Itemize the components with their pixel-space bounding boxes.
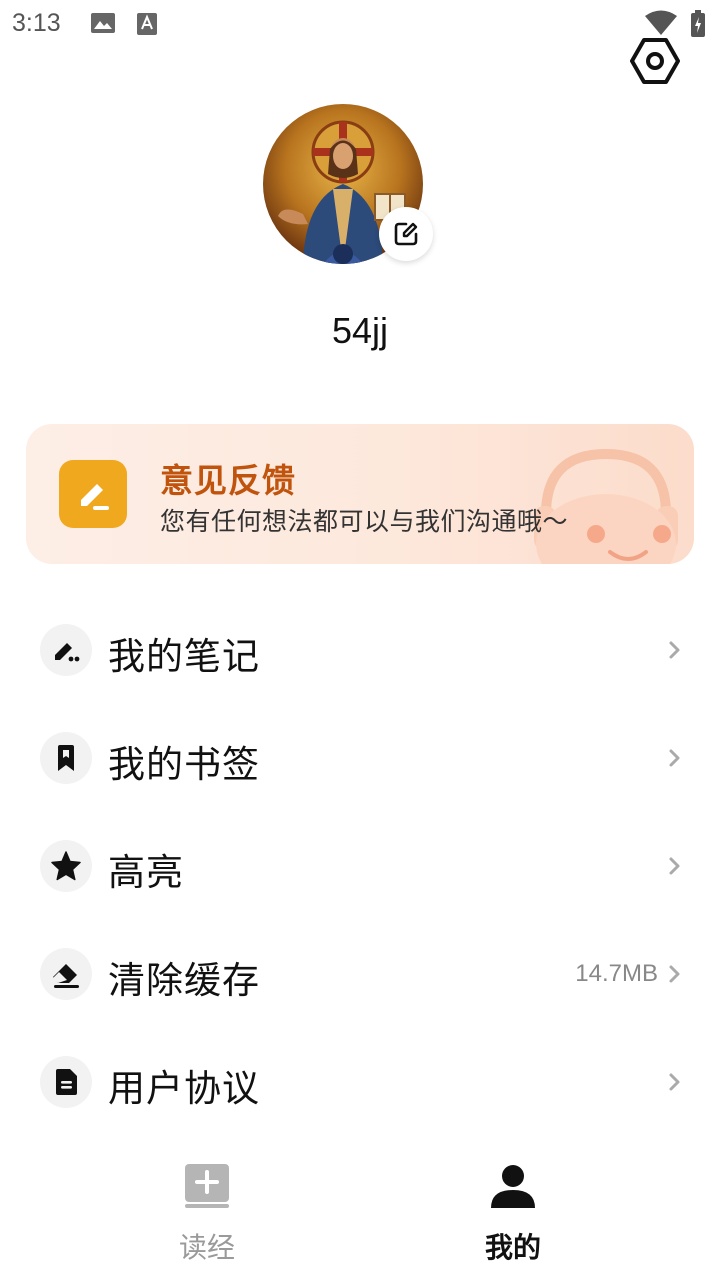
cache-size: 14.7MB <box>575 960 658 987</box>
document-icon <box>56 1069 77 1095</box>
image-icon <box>91 13 115 33</box>
status-time: 3:13 <box>12 9 61 37</box>
menu-item-user-agreement[interactable]: 用户协议 <box>0 1028 720 1136</box>
star-icon <box>51 851 81 881</box>
feedback-card[interactable]: 意见反馈 您有任何想法都可以与我们沟通哦～ <box>26 424 694 564</box>
menu-label: 用户协议 <box>108 1067 260 1110</box>
edit-avatar-button[interactable] <box>379 207 433 261</box>
menu-icon-bg <box>40 624 92 676</box>
menu-label: 清除缓存 <box>108 959 260 1002</box>
menu-icon-bg <box>40 840 92 892</box>
feedback-title: 意见反馈 <box>160 461 296 500</box>
menu-label: 高亮 <box>108 851 184 894</box>
menu-item-bookmarks[interactable]: 我的书签 <box>0 704 720 812</box>
battery-charging-icon <box>691 10 705 37</box>
menu-item-highlights[interactable]: 高亮 <box>0 812 720 920</box>
eraser-icon <box>53 964 79 988</box>
chevron-right-icon <box>669 857 680 875</box>
menu-icon-bg <box>40 732 92 784</box>
chevron-right-icon <box>669 641 680 659</box>
wifi-icon <box>645 10 677 35</box>
text-a-icon <box>137 13 157 35</box>
status-bar: 3:13 <box>0 0 720 50</box>
pen-icon <box>81 484 109 510</box>
tab-read-label: 读经 <box>178 1231 235 1264</box>
note-pen-icon <box>55 643 80 662</box>
book-plus-icon <box>185 1164 229 1208</box>
tab-mine[interactable]: 我的 <box>413 1150 613 1280</box>
tab-read[interactable]: 读经 <box>107 1150 307 1280</box>
menu-label: 我的书签 <box>108 743 260 786</box>
menu-icon-bg <box>40 1056 92 1108</box>
bottom-nav: 读经 我的 <box>0 1150 720 1280</box>
menu-label: 我的笔记 <box>108 635 260 678</box>
tab-mine-label: 我的 <box>484 1231 541 1264</box>
edit-icon <box>394 222 418 246</box>
bookmark-icon <box>58 745 74 771</box>
menu-item-clear-cache[interactable]: 清除缓存 14.7MB <box>0 920 720 1028</box>
username: 54jj <box>331 310 389 351</box>
menu-item-notes[interactable]: 我的笔记 <box>0 596 720 704</box>
chevron-right-icon <box>669 965 680 983</box>
person-icon <box>491 1165 535 1208</box>
settings-icon[interactable] <box>628 34 682 88</box>
headphone-smiley-decoration <box>534 448 678 564</box>
feedback-subtitle: 您有任何想法都可以与我们沟通哦～ <box>160 507 569 536</box>
chevron-right-icon <box>669 749 680 767</box>
feedback-icon-box <box>59 460 127 528</box>
menu-icon-bg <box>40 948 92 1000</box>
chevron-right-icon <box>669 1073 680 1091</box>
